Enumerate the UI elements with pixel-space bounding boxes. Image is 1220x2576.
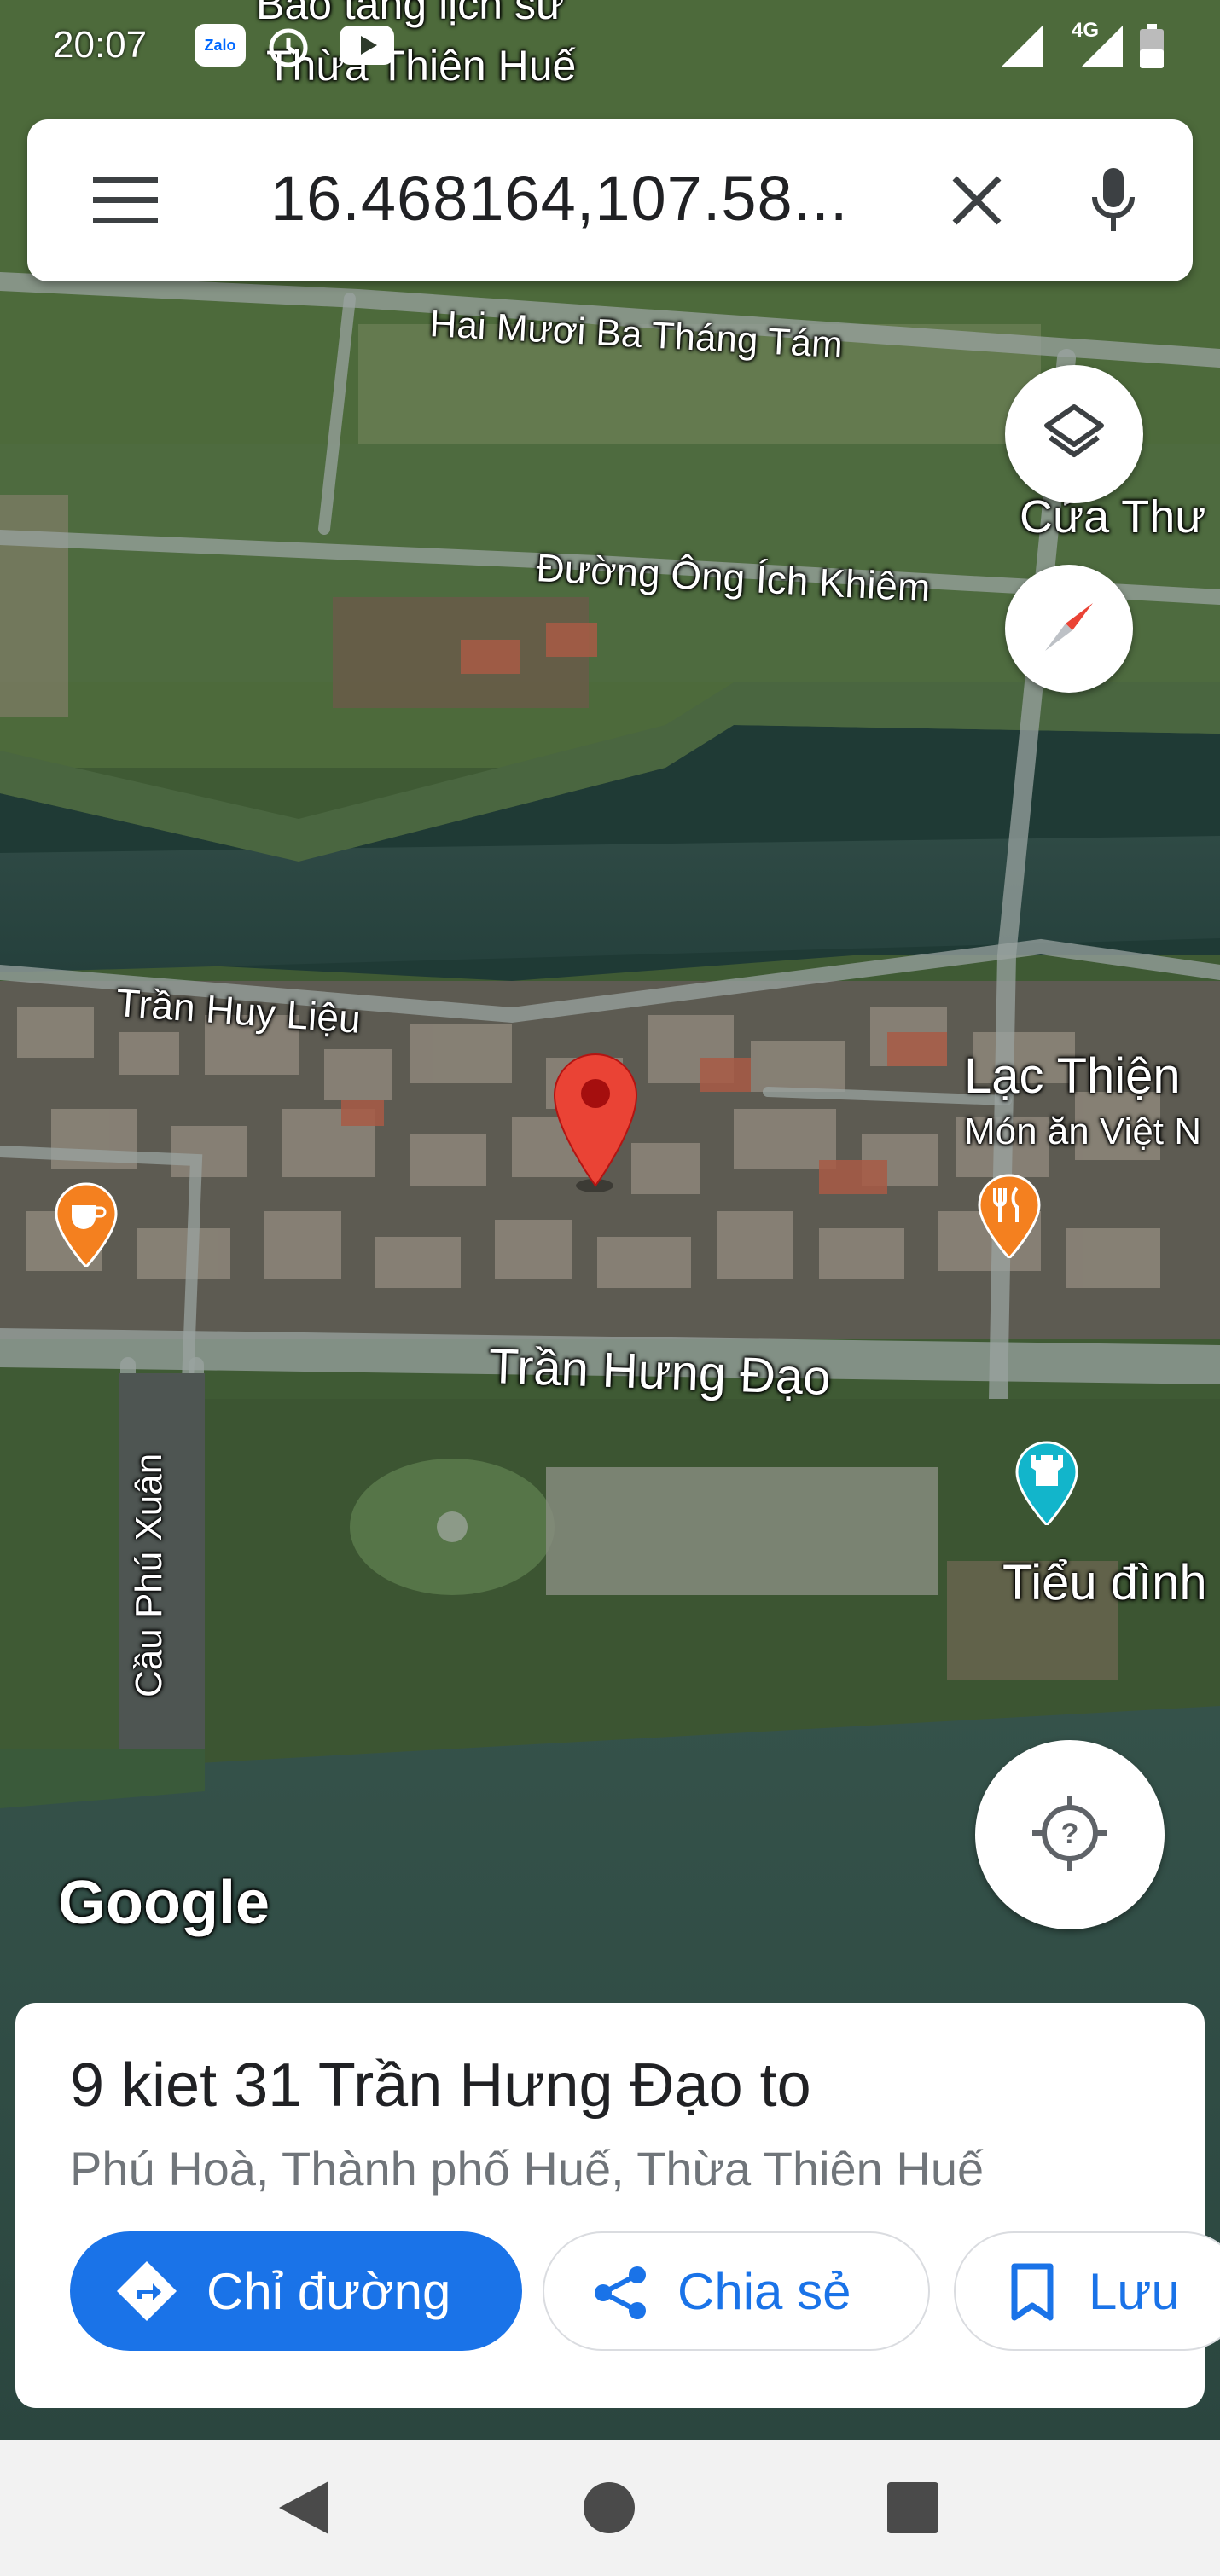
search-bar[interactable]: 16.468164,107.58...: [27, 119, 1193, 281]
search-input[interactable]: 16.468164,107.58...: [270, 162, 848, 235]
map-label-cau-phu-xuan: Cầu Phú Xuân: [128, 1453, 170, 1697]
map-label-lac-thien[interactable]: Lạc Thiện: [964, 1047, 1181, 1105]
battery-icon: [1138, 24, 1165, 73]
compass-button[interactable]: [1005, 565, 1133, 693]
restaurant-poi-icon[interactable]: [976, 1173, 1043, 1258]
layers-button[interactable]: [1005, 365, 1143, 503]
place-card[interactable]: 9 kiet 31 Trần Hưng Đạo to Phú Hoà, Thàn…: [15, 2003, 1220, 2408]
google-watermark: Google: [58, 1869, 270, 1937]
home-icon[interactable]: [575, 2474, 643, 2542]
cafe-poi-icon[interactable]: [53, 1181, 119, 1267]
layers-icon: [1043, 402, 1105, 467]
my-location-icon: ?: [1029, 1792, 1111, 1878]
place-address: Phú Hoà, Thành phố Huế, Thừa Thiên Huế: [70, 2142, 985, 2196]
my-location-button[interactable]: ?: [975, 1740, 1165, 1929]
microphone-icon[interactable]: [1066, 154, 1160, 247]
share-button[interactable]: Chia sẻ: [543, 2231, 930, 2351]
recents-icon[interactable]: [879, 2474, 947, 2542]
directions-icon: [113, 2257, 181, 2325]
status-time: 20:07: [53, 24, 148, 66]
map-label-street-tran-hung-dao: Trần Hưng Đạo: [487, 1337, 832, 1406]
status-bar: 20:07 Zalo 4G: [0, 0, 1220, 94]
zalo-icon: Zalo: [195, 24, 246, 67]
close-icon[interactable]: [930, 154, 1024, 247]
signal-icon: [1000, 24, 1044, 73]
share-icon: [587, 2259, 655, 2327]
map-label-lac-thien-category[interactable]: Món ăn Việt N: [964, 1111, 1201, 1153]
attraction-poi-icon[interactable]: [1014, 1440, 1080, 1525]
maps-app: Bảo tàng lịch sử Thừa Thiên Huế Hai Mươi…: [0, 0, 1220, 2576]
android-nav-bar: [0, 2440, 1220, 2576]
youtube-icon: [340, 26, 394, 69]
place-title: 9 kiet 31 Trần Hưng Đạo to: [70, 2051, 811, 2120]
save-button[interactable]: Lưu: [954, 2231, 1220, 2351]
map-label-tieu-dinh[interactable]: Tiểu đình: [1002, 1554, 1207, 1611]
location-pin-icon[interactable]: [551, 1051, 640, 1187]
directions-button[interactable]: Chỉ đường: [70, 2231, 522, 2351]
mobile-signal-icon: [1080, 24, 1124, 73]
map-label-cua-thuong-tu[interactable]: Cửa Thư: [1020, 490, 1205, 543]
bookmark-icon: [998, 2259, 1066, 2327]
hamburger-menu-icon[interactable]: [78, 154, 172, 247]
directions-label: Chỉ đường: [206, 2262, 451, 2320]
save-label: Lưu: [1089, 2262, 1180, 2320]
compass-icon: [1035, 593, 1103, 665]
back-icon[interactable]: [270, 2474, 338, 2542]
alarm-icon: [264, 22, 312, 74]
svg-text:?: ?: [1061, 1818, 1079, 1850]
share-label: Chia sẻ: [677, 2262, 851, 2320]
